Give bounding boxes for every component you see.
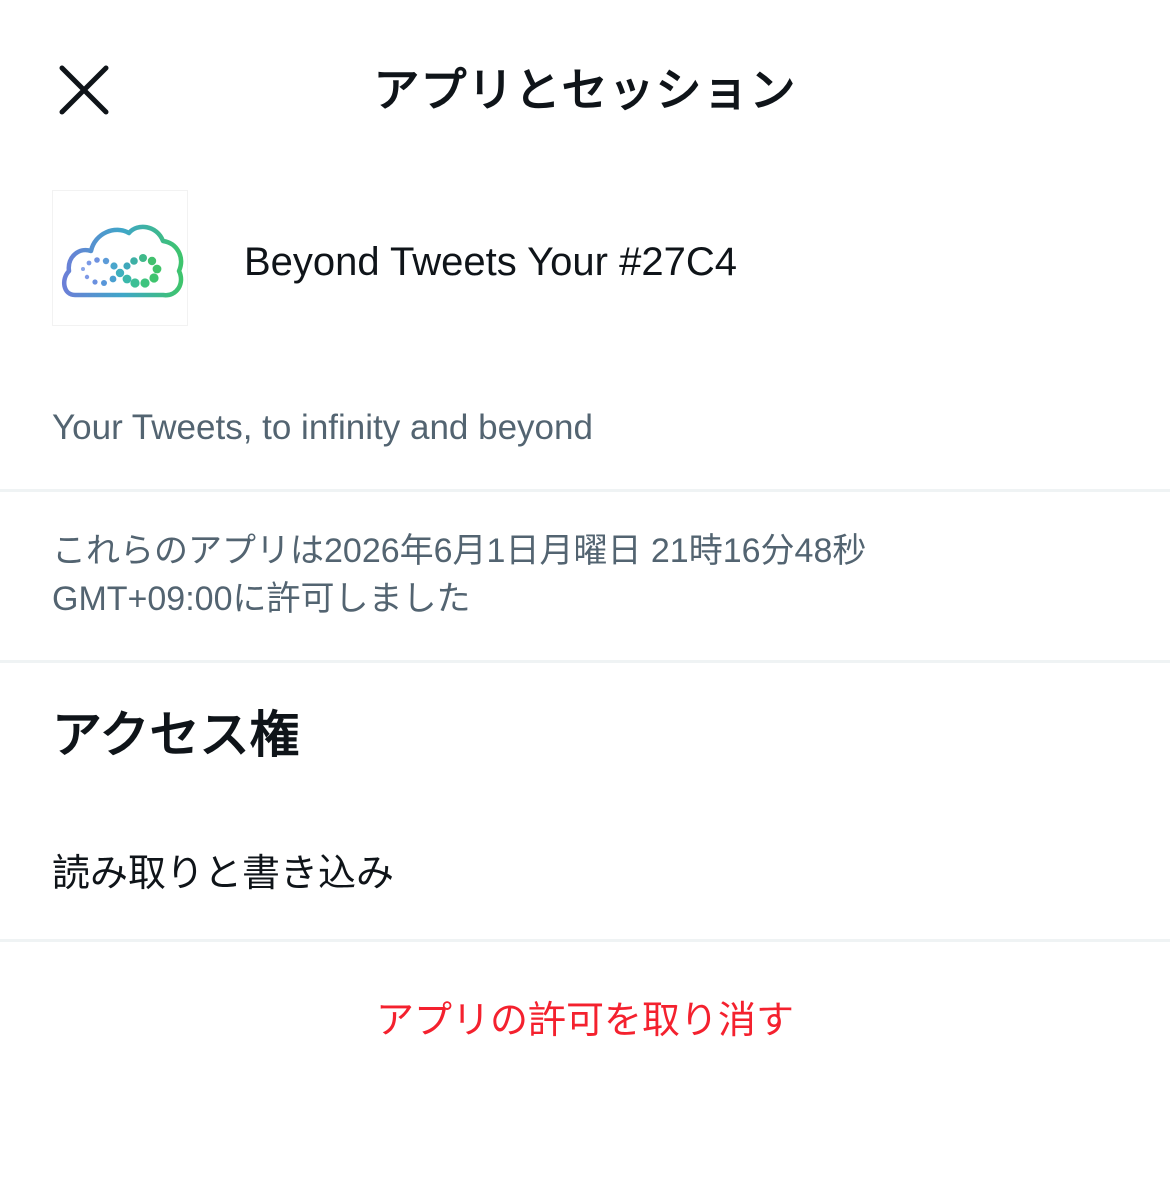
authorization-date-line-2: GMT+09:00に許可しました xyxy=(52,580,471,618)
divider xyxy=(0,939,1170,942)
authorization-date: これらのアプリは2026年6月1日月曜日 21時16分48秒 GMT+09:00… xyxy=(52,527,1052,623)
cloud-infinity-logo-icon xyxy=(61,224,184,298)
divider xyxy=(0,489,1170,492)
app-info-row: Beyond Tweets Your #27C4 xyxy=(0,190,1170,340)
app-logo xyxy=(52,190,188,326)
access-section-title: アクセス権 xyxy=(52,706,300,764)
divider xyxy=(0,660,1170,663)
app-description: Your Tweets, to infinity and beyond xyxy=(52,408,593,447)
page-title: アプリとセッション xyxy=(373,63,797,117)
revoke-access-button[interactable]: アプリの許可を取り消す xyxy=(0,992,1170,1048)
top-bar: アプリとセッション xyxy=(0,0,1170,180)
permission-value: 読み取りと書き込み xyxy=(52,851,395,895)
app-name: Beyond Tweets Your #27C4 xyxy=(244,240,737,284)
authorization-date-line-1: これらのアプリは2026年6月1日月曜日 21時16分48秒 xyxy=(52,532,867,570)
